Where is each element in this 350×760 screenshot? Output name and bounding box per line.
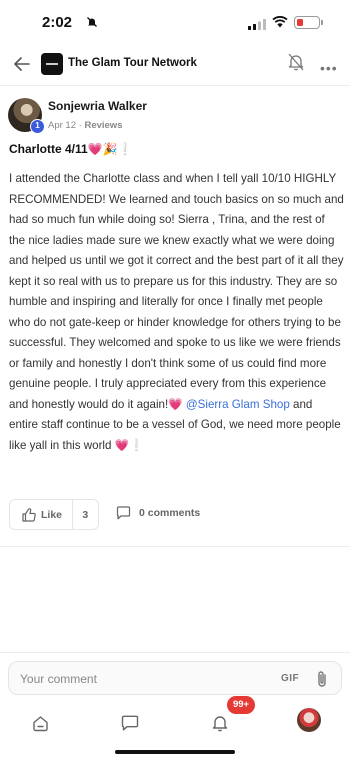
- like-button[interactable]: Like: [10, 500, 73, 529]
- home-indicator: [115, 750, 235, 754]
- comment-bar: Your comment GIF: [0, 652, 350, 702]
- gif-button[interactable]: GIF: [281, 673, 299, 684]
- comments-button[interactable]: 0 comments: [116, 506, 200, 520]
- level-badge: 1: [30, 119, 45, 134]
- mention-link[interactable]: @Sierra Glam Shop: [186, 398, 290, 411]
- thumbs-up-icon: [22, 507, 36, 522]
- bell-off-icon: [86, 15, 98, 33]
- attach-icon[interactable]: [316, 670, 328, 693]
- nav-profile-avatar[interactable]: [297, 708, 321, 732]
- bell-icon[interactable]: [288, 53, 304, 76]
- body-text: I attended the Charlotte class and when …: [9, 172, 344, 411]
- post-title: Charlotte 4/11💗🎉❕: [9, 142, 133, 156]
- battery-icon: [294, 16, 323, 29]
- nav-chat[interactable]: [117, 710, 143, 736]
- comment-input[interactable]: Your comment GIF: [8, 661, 342, 695]
- wifi-icon: [272, 15, 288, 33]
- signal-icon: [248, 17, 266, 35]
- back-button[interactable]: [10, 52, 34, 76]
- bottom-nav: 99+: [0, 696, 350, 744]
- more-icon[interactable]: •••: [320, 60, 338, 76]
- post-body: I attended the Charlotte class and when …: [9, 169, 344, 456]
- group-name[interactable]: The Glam Tour Network: [68, 57, 197, 69]
- nav-notifications[interactable]: [207, 710, 233, 736]
- post-date: Apr 12: [48, 120, 76, 131]
- like-label: Like: [41, 508, 63, 521]
- author-name[interactable]: Sonjewria Walker: [48, 99, 147, 113]
- comment-placeholder: Your comment: [20, 672, 97, 686]
- comments-label: 0 comments: [139, 507, 201, 519]
- chat-icon: [121, 715, 139, 731]
- author-avatar[interactable]: 1: [8, 98, 45, 134]
- status-bar: 2:02: [0, 0, 350, 44]
- app-header: The Glam Tour Network •••: [0, 44, 350, 86]
- like-group: Like 3: [9, 499, 99, 530]
- post-category[interactable]: Reviews: [84, 120, 122, 131]
- group-logo[interactable]: [41, 53, 63, 75]
- divider: [0, 546, 350, 547]
- home-icon: [32, 715, 48, 731]
- nav-home[interactable]: [27, 710, 53, 736]
- back-arrow-icon: [14, 57, 30, 71]
- notifications-badge: 99+: [227, 696, 255, 714]
- like-count[interactable]: 3: [73, 509, 98, 521]
- comment-icon: [116, 506, 131, 520]
- post-meta: Apr 12 · Reviews: [48, 120, 122, 131]
- notifications-icon: [212, 716, 228, 732]
- status-time: 2:02: [42, 14, 73, 31]
